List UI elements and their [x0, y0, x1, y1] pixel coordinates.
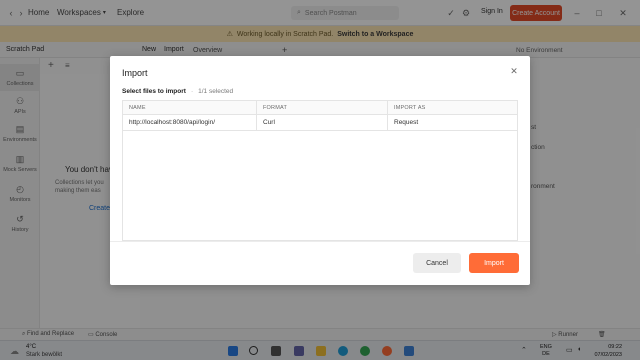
- close-icon[interactable]: ✕: [508, 65, 520, 77]
- select-files-label: Select files to import: [122, 88, 186, 95]
- select-files-line: Select files to import · 1/1 selected: [122, 88, 233, 95]
- dialog-title: Import: [122, 68, 148, 78]
- cancel-button[interactable]: Cancel: [413, 253, 461, 273]
- row-import-as-select[interactable]: Request: [388, 115, 517, 130]
- table-header: NAME FORMAT IMPORT AS: [123, 101, 517, 115]
- import-dialog: Import ✕ Select files to import · 1/1 se…: [110, 56, 530, 285]
- selected-count: 1/1 selected: [198, 88, 234, 95]
- row-name: http://localhost:8080/api/login/: [123, 115, 257, 130]
- files-table: NAME FORMAT IMPORT AS http://localhost:8…: [122, 100, 518, 241]
- dialog-footer-divider: [110, 241, 530, 242]
- column-header-format: FORMAT: [257, 101, 388, 114]
- table-row[interactable]: http://localhost:8080/api/login/ Curl Re…: [123, 115, 517, 131]
- separator-dot: ·: [190, 88, 194, 95]
- column-header-name: NAME: [123, 101, 257, 114]
- row-format: Curl: [257, 115, 388, 130]
- import-confirm-button[interactable]: Import: [469, 253, 519, 273]
- column-header-import-as: IMPORT AS: [394, 104, 426, 111]
